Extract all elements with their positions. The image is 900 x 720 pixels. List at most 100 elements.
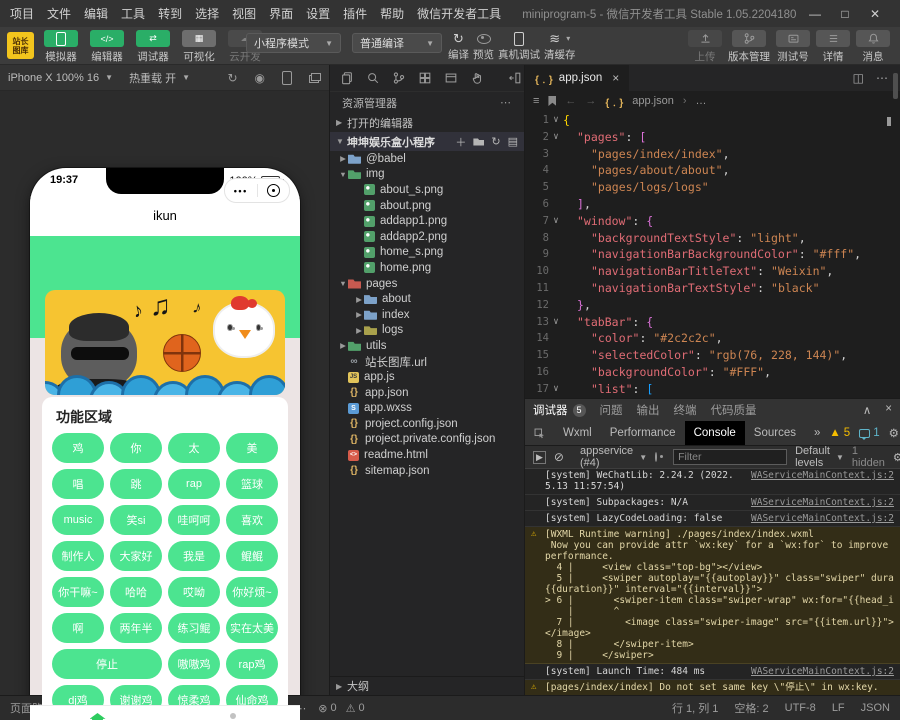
clear-console-icon[interactable]: ⊘ [554,450,564,464]
multi-window-icon[interactable] [309,73,321,83]
devtools-tab-wxml[interactable]: Wxml [554,421,601,445]
sound-button[interactable]: 跳 [110,469,162,499]
debugger-panel-tab[interactable]: 问题 [600,402,623,418]
back-icon[interactable]: ← [565,95,576,107]
visualization-toggle[interactable]: ▦可视化 [180,30,218,64]
overflow-tabs-icon[interactable]: » [805,421,829,445]
code-line[interactable]: 11"navigationBarTextStyle": "black" [525,280,900,297]
tab-app-json[interactable]: {﹒} app.json × [525,65,629,91]
debugger-panel-tab[interactable]: 调试器5 [533,402,586,418]
forward-icon[interactable]: → [585,95,596,107]
code-line[interactable]: 17∨"list": [ [525,381,900,398]
sound-button[interactable]: 唱 [52,469,104,499]
eye-icon[interactable] [655,452,657,462]
code-line[interactable]: 6], [525,196,900,213]
debugger-panel-tab[interactable]: 代码质量 [711,402,757,418]
sound-button[interactable]: 啊 [52,613,104,643]
indentation[interactable]: 空格: 2 [734,700,768,716]
sound-button[interactable]: music [52,505,104,535]
folder-item[interactable]: ▶utils [330,338,524,354]
tab-about[interactable]: 关于我 [165,706,300,720]
minimize-icon[interactable]: — [800,7,830,21]
files-icon[interactable] [340,71,354,85]
code-line[interactable]: 9"navigationBarBackgroundColor": "#fff", [525,246,900,263]
inspect-element-icon[interactable] [525,421,554,445]
code-line[interactable]: 10"navigationBarTitleText": "Weixin", [525,263,900,280]
code-line[interactable]: 16"backgroundColor": "#FFF", [525,364,900,381]
file-item[interactable]: home_s.png [330,245,524,261]
debugger-panel-tab[interactable]: 输出 [637,402,660,418]
new-file-icon[interactable]: ＋ [455,134,466,150]
new-folder-icon[interactable] [473,138,484,146]
mode-select[interactable]: 小程序模式▼ [246,33,341,53]
sound-button[interactable]: 我是 [168,541,220,571]
close-tab-icon[interactable]: × [612,71,619,85]
editor-more-icon[interactable]: ⋯ [876,71,888,85]
debugger-panel-tab[interactable]: 终端 [674,402,697,418]
file-item[interactable]: {}sitemap.json [330,463,524,479]
devtools-tab-performance[interactable]: Performance [601,421,685,445]
encoding[interactable]: UTF-8 [785,702,816,714]
file-item[interactable]: JSapp.js [330,369,524,385]
eol[interactable]: LF [832,702,845,714]
menu-item[interactable]: 界面 [269,5,293,22]
folder-item[interactable]: ▶about [330,291,524,307]
project-root[interactable]: ▼ 坤坤娱乐盒小程序 ＋ ↻ ▤ [330,132,524,151]
source-link[interactable]: WAServiceMainContext.js:2 [751,497,894,508]
tab-home[interactable]: 首页 [30,706,165,720]
code-line[interactable]: 8"backgroundTextStyle": "light", [525,230,900,247]
compile-button[interactable]: ↻编译 [448,30,469,62]
fold-icon[interactable]: ∨ [549,381,563,398]
code-line[interactable]: 14"color": "#2c2c2c", [525,330,900,347]
fold-icon[interactable]: ∨ [549,314,563,331]
code-line[interactable]: 2∨"pages": [ [525,129,900,146]
file-item[interactable]: addapp2.png [330,229,524,245]
more-actions-icon[interactable]: ⋯ [500,96,512,109]
code-line[interactable]: 12}, [525,297,900,314]
file-item[interactable]: about_s.png [330,182,524,198]
eval-context-icon[interactable]: ▶ [533,451,546,464]
clear-cache-button[interactable]: ≋▾清缓存 [544,30,576,62]
search-icon[interactable] [366,71,380,85]
sound-button[interactable]: 你 [110,433,162,463]
hand-icon[interactable] [470,71,484,85]
hot-reload-select[interactable]: 热重载 开▼ [129,70,190,86]
code-line[interactable]: 7∨"window": { [525,213,900,230]
fold-icon[interactable]: ∨ [549,213,563,230]
editor-scrollbar[interactable] [893,73,898,99]
compile-mode-select[interactable]: 普通编译▼ [352,33,442,53]
sound-button[interactable]: rap [168,469,220,499]
menu-item[interactable]: 帮助 [380,5,404,22]
file-item[interactable]: Sapp.wxss [330,401,524,417]
sound-button[interactable]: 喜欢 [226,505,278,535]
collapse-panel-icon[interactable]: ∧ [863,403,871,417]
file-item[interactable]: home.png [330,260,524,276]
sound-button[interactable]: rap鸡 [226,649,278,679]
console-settings-icon[interactable]: ⚙ [893,451,900,464]
fold-icon[interactable]: ∨ [549,129,563,146]
language-mode[interactable]: JSON [861,702,890,714]
sound-button[interactable]: 哎呦 [168,577,220,607]
outline-toggle-icon[interactable]: ≡ [533,95,539,107]
debugger-toggle[interactable]: ⇄调试器 [134,30,172,64]
sound-button[interactable]: 鸡 [52,433,104,463]
sound-button[interactable]: 制作人 [52,541,104,571]
menu-item[interactable]: 转到 [158,5,182,22]
menu-item[interactable]: 编辑 [84,5,108,22]
outline-section[interactable]: ▶ 大纲 [330,676,524,695]
sound-button[interactable]: 哈哈 [110,577,162,607]
menu-item[interactable]: 文件 [47,5,71,22]
more-menu-icon[interactable]: ••• [225,186,257,196]
context-select[interactable]: appservice (#4)▼ [580,445,647,469]
device-select[interactable]: iPhone X 100% 16▼ [8,72,113,84]
simulator-toggle[interactable]: 模拟器 [42,30,80,64]
file-item[interactable]: about.png [330,198,524,214]
sound-button[interactable]: 哇呵呵 [168,505,220,535]
sound-button[interactable]: 大家好 [110,541,162,571]
menu-item[interactable]: 插件 [343,5,367,22]
file-item[interactable]: addapp1.png [330,213,524,229]
code-line[interactable]: 15"selectedColor": "rgb(76, 228, 144)", [525,347,900,364]
maximize-icon[interactable]: □ [830,7,860,21]
open-editors-section[interactable]: ▶ 打开的编辑器 [330,113,524,132]
sound-button[interactable]: 你干嘛~ [52,577,104,607]
